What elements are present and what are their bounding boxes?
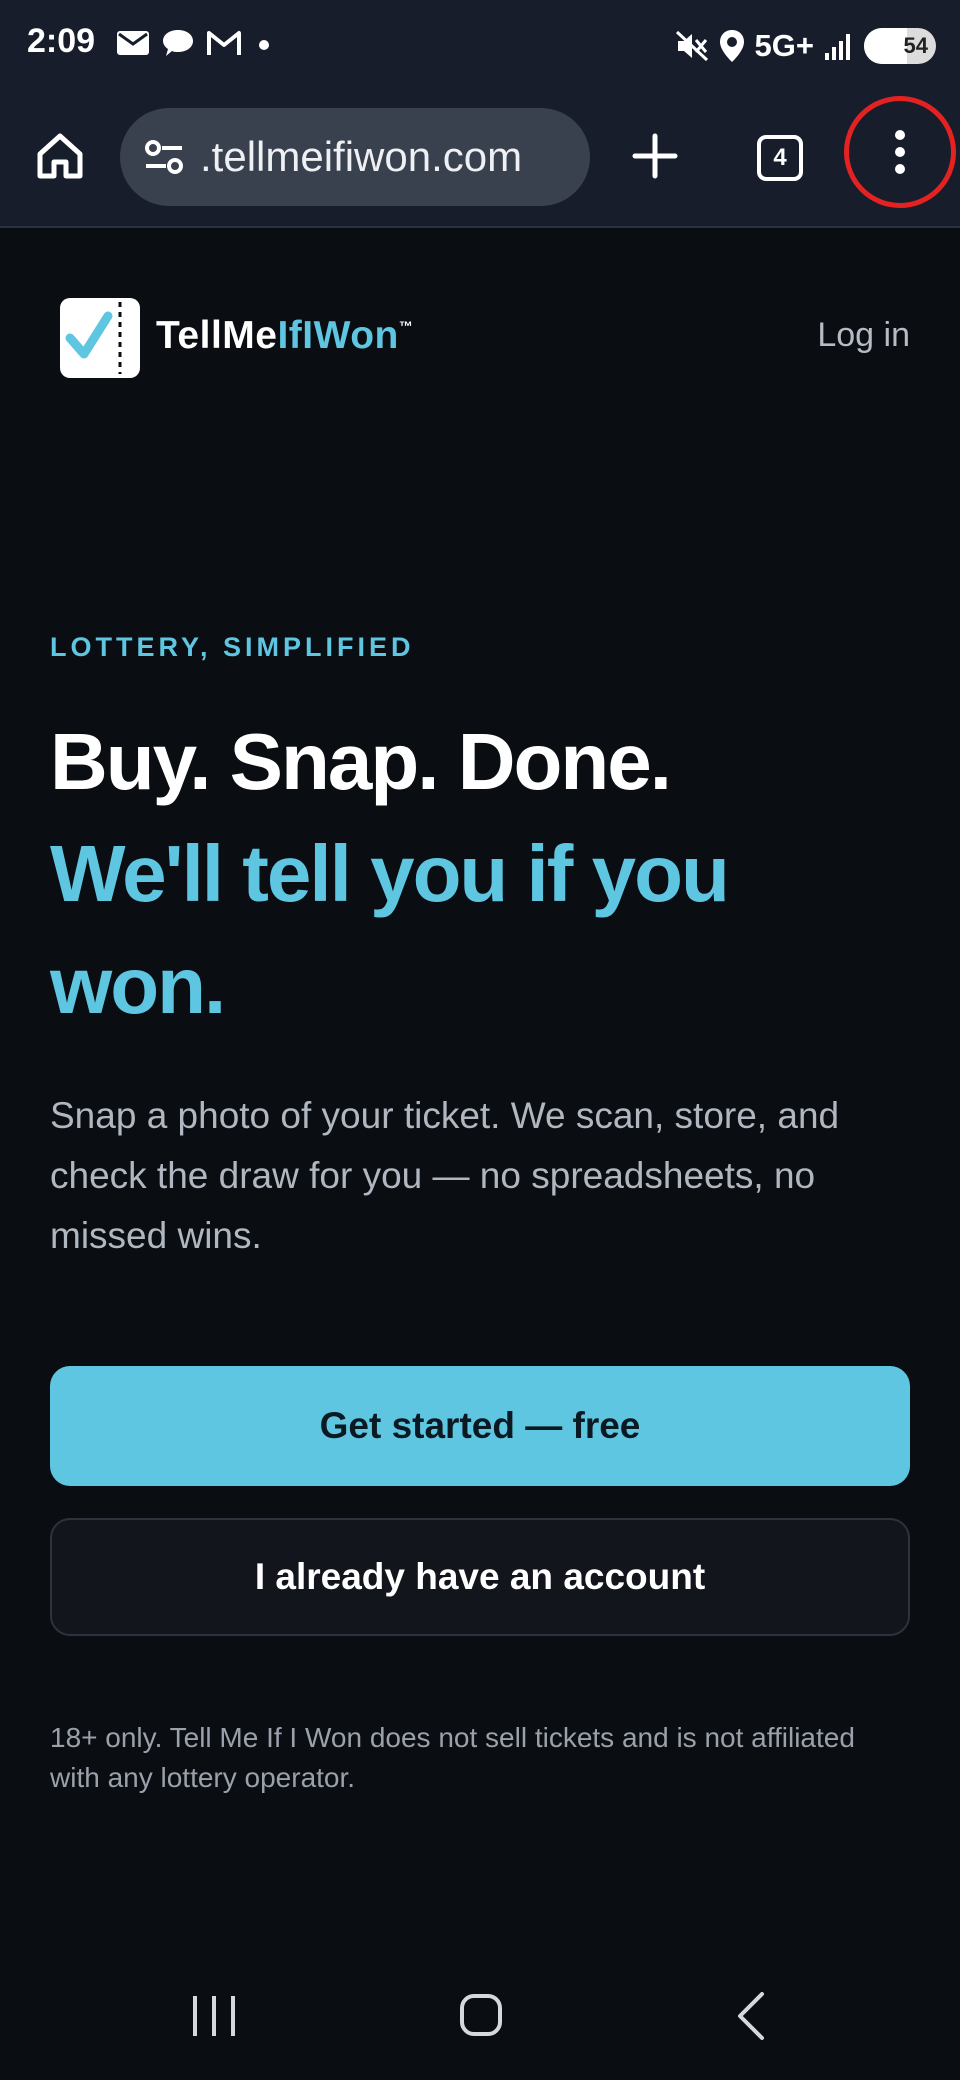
tabs-icon[interactable]: 4 xyxy=(757,135,803,181)
gmail-icon xyxy=(207,31,241,55)
mail-icon xyxy=(117,31,149,55)
trademark: ™ xyxy=(398,318,414,334)
dot-icon xyxy=(259,40,269,50)
home-icon[interactable] xyxy=(32,128,88,184)
status-time: 2:09 xyxy=(27,22,96,60)
hero-headline: Buy. Snap. Done. We'll tell you if you w… xyxy=(50,706,910,1042)
existing-account-button[interactable]: I already have an account xyxy=(50,1518,910,1636)
recent-apps-icon[interactable] xyxy=(193,1996,235,2036)
brand-accent: IfIWon xyxy=(277,314,399,357)
status-bar: 2:09 5G+ 54 xyxy=(0,0,960,98)
battery-level: 54 xyxy=(903,33,928,58)
get-started-button[interactable]: Get started — free xyxy=(50,1366,910,1486)
disclaimer: 18+ only. Tell Me If I Won does not sell… xyxy=(50,1722,855,1793)
battery-icon: 54 xyxy=(864,28,936,64)
ticket-check-logo-icon[interactable] xyxy=(58,296,142,380)
headline-line-2: We'll tell you if you won. xyxy=(50,829,730,1030)
address-bar[interactable]: .tellmeifiwon.com xyxy=(120,108,590,206)
brand-prefix: TellMe xyxy=(156,314,278,357)
signal-icon xyxy=(825,34,850,60)
eyebrow-label: LOTTERY, SIMPLIFIED xyxy=(50,632,415,662)
new-tab-icon[interactable] xyxy=(627,128,683,184)
network-type: 5G+ xyxy=(754,28,814,63)
login-link[interactable]: Log in xyxy=(817,316,910,355)
system-icons: 5G+ 54 xyxy=(675,28,936,64)
location-icon xyxy=(719,30,744,62)
hero-subtext: Snap a photo of your ticket. We scan, st… xyxy=(50,1095,840,1256)
headline-line-1: Buy. Snap. Done. xyxy=(50,717,672,806)
more-menu-button[interactable] xyxy=(844,96,956,208)
url-text: .tellmeifiwon.com xyxy=(200,133,523,180)
notification-icons xyxy=(116,28,274,58)
more-menu-icon xyxy=(895,130,905,174)
chat-icon xyxy=(163,30,193,56)
nav-home-icon[interactable] xyxy=(460,1994,502,2036)
back-icon[interactable] xyxy=(732,1990,772,2042)
mute-icon xyxy=(675,30,708,62)
site-settings-icon[interactable] xyxy=(142,135,186,179)
browser-toolbar: .tellmeifiwon.com 4 xyxy=(0,96,960,228)
tab-count: 4 xyxy=(773,144,787,171)
brand-logo[interactable]: TellMeIfIWon™ xyxy=(156,314,413,358)
system-nav-bar xyxy=(0,1960,960,2080)
site-header: TellMeIfIWon™ Log in xyxy=(0,290,960,390)
